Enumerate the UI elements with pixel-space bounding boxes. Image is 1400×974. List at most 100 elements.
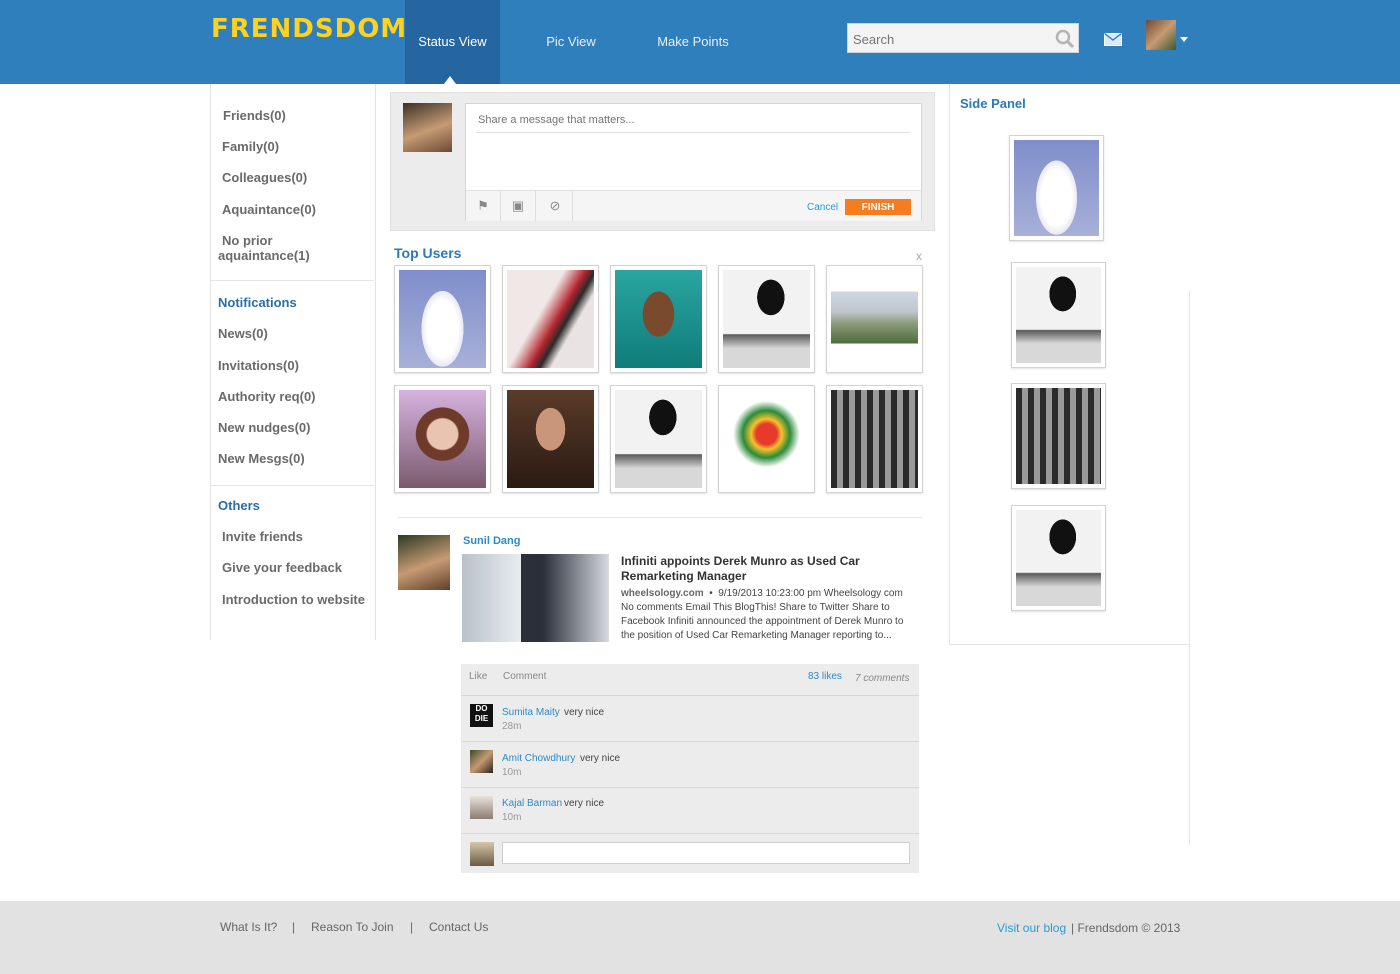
copyright-text: | Frendsdom © 2013: [1071, 921, 1181, 935]
commenter-name[interactable]: Amit Chowdhury: [502, 753, 575, 764]
status-message-input[interactable]: [476, 108, 910, 133]
comment-time: 28m: [502, 721, 522, 732]
post-link-image[interactable]: [462, 554, 609, 642]
mail-icon[interactable]: [1104, 33, 1122, 46]
comment-button[interactable]: Comment: [503, 671, 546, 682]
side-panel-photo[interactable]: [1011, 262, 1106, 368]
commenter-avatar[interactable]: DO DIE: [470, 704, 493, 727]
side-panel-photo[interactable]: [1011, 505, 1106, 611]
top-user-thumbnail[interactable]: [718, 265, 815, 373]
sidebar-item-colleagues[interactable]: Colleagues(0): [222, 170, 307, 185]
finish-button[interactable]: FINISH: [845, 199, 911, 215]
tab-status-view[interactable]: Status View: [405, 0, 500, 84]
feed-divider: [398, 517, 922, 518]
cancel-button[interactable]: Cancel: [807, 202, 838, 213]
footer-link-reason-to-join[interactable]: Reason To Join: [311, 920, 394, 934]
user-photo: [507, 270, 594, 368]
sidebar-item-authority-req[interactable]: Authority req(0): [218, 389, 316, 404]
user-photo: [831, 390, 918, 488]
commenter-name[interactable]: Kajal Barman: [502, 798, 562, 809]
sidebar-item-no-prior-label[interactable]: No prior: [222, 233, 273, 248]
comment-row: [461, 788, 919, 834]
top-user-thumbnail[interactable]: [502, 265, 599, 373]
visit-blog-link[interactable]: Visit our blog: [997, 921, 1066, 935]
comment-reply-input[interactable]: [502, 842, 910, 864]
search-input[interactable]: [851, 26, 1051, 52]
top-user-thumbnail[interactable]: [394, 265, 491, 373]
user-avatar[interactable]: [1146, 20, 1176, 50]
camera-icon[interactable]: ▣: [501, 190, 536, 221]
side-panel-photo[interactable]: [1011, 383, 1106, 489]
sidebar-divider: [210, 280, 374, 281]
site-logo[interactable]: FRENDSDOM: [211, 14, 407, 44]
flag-icon[interactable]: ⚑: [466, 190, 501, 221]
footer: [0, 901, 1400, 974]
top-user-thumbnail[interactable]: [826, 265, 923, 373]
reply-avatar: [470, 842, 494, 866]
user-photo: [399, 390, 486, 488]
search-box: [847, 23, 1079, 53]
top-users-heading: Top Users: [394, 245, 462, 261]
comment-text: very nice: [564, 798, 605, 809]
top-user-thumbnail[interactable]: [394, 385, 491, 493]
user-photo: [723, 270, 810, 368]
active-tab-indicator: [444, 76, 456, 84]
sidebar-item-invitations[interactable]: Invitations(0): [218, 358, 299, 373]
sidebar-divider: [210, 485, 374, 486]
post-author-avatar[interactable]: [398, 535, 450, 590]
user-photo: [615, 390, 702, 488]
user-photo: [399, 270, 486, 368]
top-user-thumbnail[interactable]: [610, 385, 707, 493]
top-user-thumbnail[interactable]: [718, 385, 815, 493]
post-author-name[interactable]: Sunil Dang: [463, 535, 520, 547]
side-panel-heading: Side Panel: [960, 96, 1026, 111]
notifications-heading: Notifications: [218, 295, 297, 310]
user-photo: [1016, 267, 1101, 363]
top-user-thumbnail[interactable]: [502, 385, 599, 493]
chevron-down-icon[interactable]: [1180, 37, 1188, 42]
sidebar-item-aquaintance[interactable]: Aquaintance(0): [222, 202, 316, 217]
sidebar-item-new-nudges[interactable]: New nudges(0): [218, 420, 310, 435]
attach-icon[interactable]: ⊘: [538, 190, 573, 221]
search-icon[interactable]: [1055, 29, 1075, 49]
user-photo: [507, 390, 594, 488]
comments-count[interactable]: 7 comments: [855, 673, 909, 684]
top-user-thumbnail[interactable]: [610, 265, 707, 373]
likes-count[interactable]: 83 likes: [808, 671, 842, 682]
comment-text: very nice: [580, 753, 621, 764]
commenter-name[interactable]: Sumita Maity: [502, 707, 560, 718]
commenter-avatar[interactable]: [470, 796, 493, 819]
post-source-link[interactable]: wheelsology.com: [621, 588, 704, 599]
footer-link-contact-us[interactable]: Contact Us: [429, 920, 488, 934]
close-icon[interactable]: x: [916, 249, 922, 263]
tab-pic-view[interactable]: Pic View: [530, 0, 612, 84]
sidebar-item-feedback[interactable]: Give your feedback: [222, 560, 342, 575]
side-panel-photo[interactable]: [1009, 135, 1104, 241]
sidebar-item-invite-friends[interactable]: Invite friends: [222, 529, 303, 544]
sidebar-item-friends[interactable]: Friends(0): [223, 108, 286, 123]
comment-row: [461, 696, 919, 742]
sidebar-item-news[interactable]: News(0): [218, 326, 268, 341]
tab-make-points[interactable]: Make Points: [640, 0, 746, 84]
post-link-summary: wheelsology.com • 9/19/2013 10:23:00 pm …: [621, 587, 911, 643]
sidebar-item-no-prior-count[interactable]: aquaintance(1): [218, 248, 310, 263]
meta-bullet: •: [709, 588, 713, 599]
user-photo: [1016, 510, 1101, 606]
sidebar-item-introduction[interactable]: Introduction to website: [222, 592, 365, 607]
sidebar-item-family[interactable]: Family(0): [222, 139, 279, 154]
user-photo: [723, 390, 810, 488]
user-photo: [1014, 140, 1099, 236]
footer-link-what-is-it[interactable]: What Is It?: [220, 920, 277, 934]
top-user-thumbnail[interactable]: [826, 385, 923, 493]
others-heading: Others: [218, 498, 260, 513]
post-link-title[interactable]: Infiniti appoints Derek Munro as Used Ca…: [621, 554, 891, 584]
like-button[interactable]: Like: [469, 671, 487, 682]
comment-time: 10m: [502, 812, 522, 823]
user-photo: [1016, 388, 1101, 484]
sidebar-item-new-mesgs[interactable]: New Mesgs(0): [218, 451, 305, 466]
comment-row: [461, 742, 919, 788]
composer-avatar: [403, 103, 452, 152]
side-panel-border: [1189, 290, 1190, 845]
comment-time: 10m: [502, 767, 522, 778]
commenter-avatar[interactable]: [470, 750, 493, 773]
